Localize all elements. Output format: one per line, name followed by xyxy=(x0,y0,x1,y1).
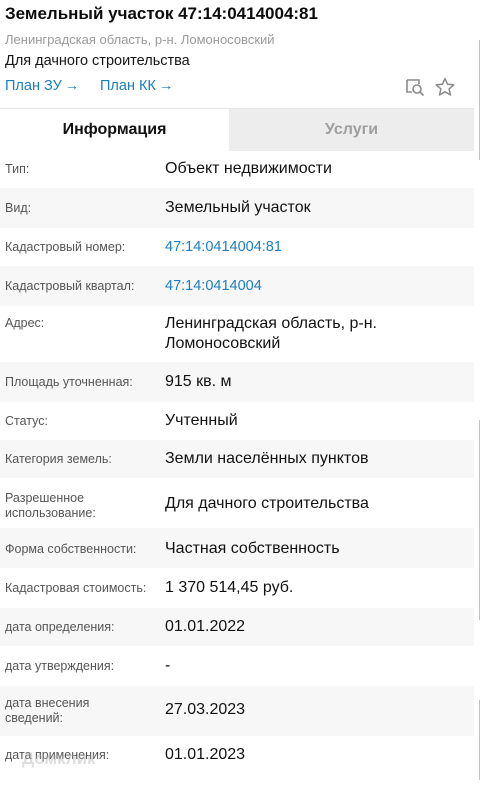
row-label: Вид: xyxy=(5,201,32,215)
row-label: Статус: xyxy=(5,414,48,428)
info-row-permitted-use: Разрешенное использование: Для дачного с… xyxy=(0,478,474,528)
row-label: Площадь уточненная: xyxy=(5,375,133,389)
info-row-determination-date: дата определения: 01.01.2022 xyxy=(0,608,474,646)
info-row-entry-date: дата внесения сведений: 27.03.2023 xyxy=(0,686,474,736)
row-label: Кадастровый квартал: xyxy=(5,279,135,293)
info-row-type: Тип: Объект недвижимости xyxy=(0,150,474,188)
row-label: Кадастровый номер: xyxy=(5,240,126,254)
row-label: Адрес: xyxy=(5,316,45,330)
map-edge-line xyxy=(474,40,480,160)
info-row-cadastral-cost: Кадастровая стоимость: 1 370 514,45 руб. xyxy=(0,568,474,608)
row-label: дата определения: xyxy=(5,620,115,634)
info-row-approval-date: дата утверждения: - xyxy=(0,646,474,686)
map-edge-line xyxy=(474,420,480,620)
row-value: Учтенный xyxy=(165,412,238,429)
info-row-status: Статус: Учтенный xyxy=(0,402,474,440)
info-row-area: Площадь уточненная: 915 кв. м xyxy=(0,362,474,402)
row-label: дата утверждения: xyxy=(5,659,115,673)
plan-kk-link[interactable]: План КК → xyxy=(100,78,173,94)
object-header: Земельный участок 47:14:0414004:81 Ленин… xyxy=(0,0,474,108)
map-edge-line xyxy=(474,700,480,780)
zoom-to-object-icon[interactable] xyxy=(404,76,426,98)
row-value: Объект недвижимости xyxy=(165,160,332,177)
plan-kk-label: План КК xyxy=(100,78,156,94)
page-title: Земельный участок 47:14:0414004:81 xyxy=(5,4,318,23)
tab-information[interactable]: Информация xyxy=(0,109,229,151)
plan-zu-link[interactable]: План ЗУ → xyxy=(5,78,79,94)
info-row-kind: Вид: Земельный участок xyxy=(0,188,474,228)
map-edge xyxy=(474,0,480,788)
row-value: - xyxy=(165,657,171,674)
info-row-cadastral-number: Кадастровый номер: 47:14:0414004:81 xyxy=(0,228,474,266)
row-label: Тип: xyxy=(5,162,30,176)
row-label: Кадастровая стоимость: xyxy=(5,581,147,595)
row-value: Земельный участок xyxy=(165,199,311,216)
plan-zu-label: План ЗУ xyxy=(5,78,62,94)
row-value: 915 кв. м xyxy=(165,373,232,390)
arrow-right-icon: → xyxy=(158,78,174,94)
region-subtitle: Ленинградская область, р-н. Ломоносовски… xyxy=(5,32,275,47)
info-row-land-category: Категория земель: Земли населённых пункт… xyxy=(0,440,474,478)
row-label: Разрешенное использование: xyxy=(5,491,96,520)
row-value: Для дачного строительства xyxy=(165,495,369,512)
row-value: Земли населённых пунктов xyxy=(165,450,369,467)
cadastral-number-link[interactable]: 47:14:0414004:81 xyxy=(165,237,465,257)
tab-services[interactable]: Услуги xyxy=(229,109,474,151)
info-row-ownership: Форма собственности: Частная собственнос… xyxy=(0,528,474,568)
info-row-address: Адрес: Ленинградская область, р-н. Ломон… xyxy=(0,306,474,362)
row-label: Форма собственности: xyxy=(5,542,137,556)
row-value: 01.01.2023 xyxy=(165,746,246,763)
star-icon[interactable] xyxy=(434,76,456,98)
row-value: Частная собственность xyxy=(165,540,340,557)
purpose-text: Для дачного строительства xyxy=(5,53,190,69)
row-label: Категория земель: xyxy=(5,452,112,466)
row-value: Ленинградская область, р-н. Ломоносовски… xyxy=(165,315,377,352)
cadastral-quarter-link[interactable]: 47:14:0414004 xyxy=(165,276,465,296)
tab-bar: Информация Услуги xyxy=(0,108,474,151)
row-value: 1 370 514,45 руб. xyxy=(165,579,294,596)
domclick-watermark: Домклик xyxy=(22,749,96,768)
row-value: 27.03.2023 xyxy=(165,701,246,718)
info-row-cadastral-quarter: Кадастровый квартал: 47:14:0414004 xyxy=(0,266,474,306)
arrow-right-icon: → xyxy=(64,78,80,94)
row-value: 01.01.2022 xyxy=(165,618,246,635)
row-label: дата внесения сведений: xyxy=(5,696,90,725)
